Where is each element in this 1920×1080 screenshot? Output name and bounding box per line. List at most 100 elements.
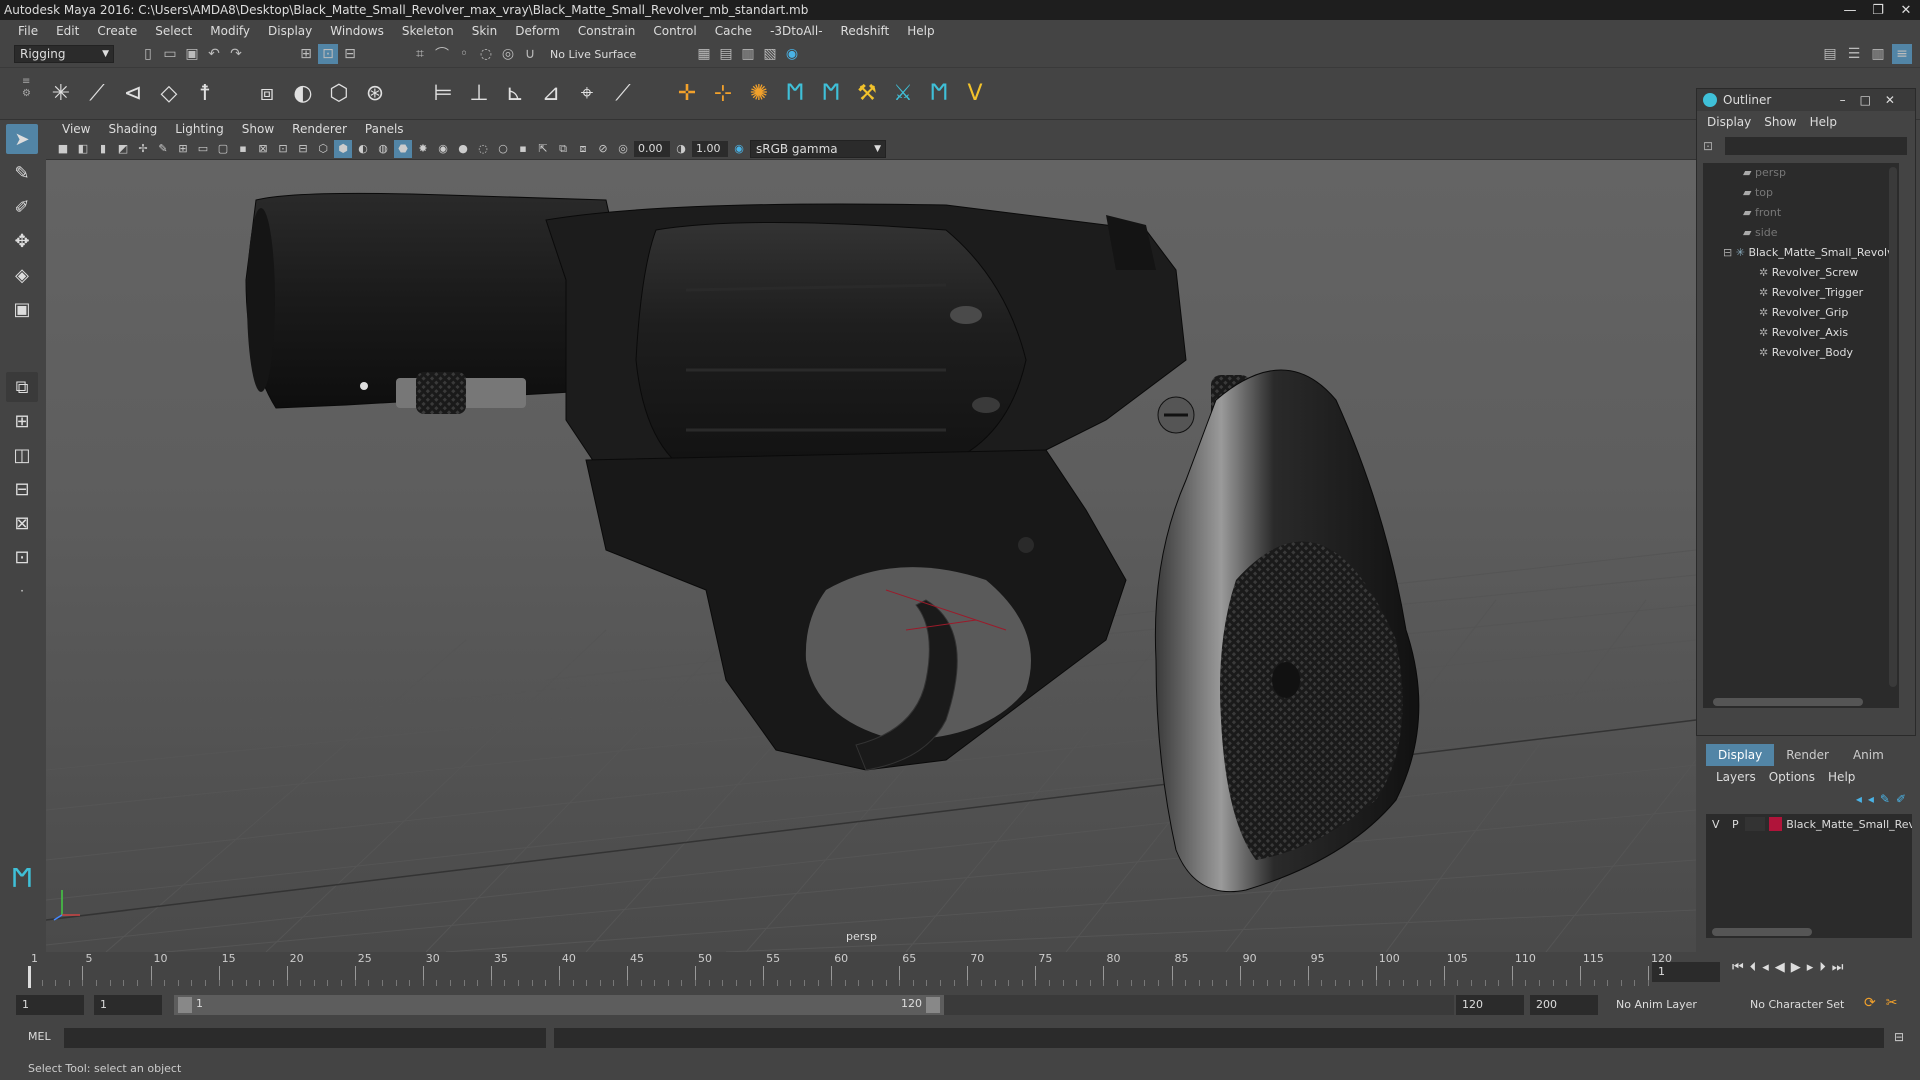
undo-icon[interactable]: ↶ — [204, 44, 224, 64]
panel-menu-renderer[interactable]: Renderer — [284, 122, 357, 136]
image-plane-icon[interactable]: ◩ — [114, 140, 132, 158]
muscle-icon[interactable]: ✺ — [744, 78, 774, 108]
textured-icon[interactable]: ⬣ — [394, 139, 412, 158]
humanik-icon[interactable]: ☨ — [190, 78, 220, 108]
current-frame-field[interactable]: 1 — [1652, 962, 1720, 982]
character-set-dropdown[interactable]: No Character Set — [1750, 995, 1870, 1015]
scale-tool-icon[interactable]: ▣ — [6, 294, 38, 324]
paint-select-icon[interactable]: ✐ — [6, 192, 38, 222]
ik-handle-icon[interactable]: ⟋ — [82, 78, 112, 108]
play-backward-icon[interactable]: ◀ — [1775, 960, 1785, 975]
pose-tool-icon[interactable]: ⚔ — [888, 78, 918, 108]
cluster-icon[interactable]: ⊛ — [360, 78, 390, 108]
maya-m2-icon[interactable]: Ϻ — [816, 78, 846, 108]
tab-anim[interactable]: Anim — [1841, 744, 1896, 766]
outliner-horizontal-scrollbar[interactable] — [1713, 698, 1863, 706]
playback-end-field[interactable]: 120 — [1456, 995, 1524, 1015]
outliner-camera-side[interactable]: ▰ side — [1703, 223, 1899, 243]
v-tool-icon[interactable]: V — [960, 78, 990, 108]
mel-command-input[interactable] — [64, 1028, 546, 1048]
four-view-icon[interactable]: ⊞ — [6, 406, 38, 436]
outliner-item-grip[interactable]: ✲ Revolver_Grip — [1703, 303, 1899, 323]
multisample-icon[interactable]: ○ — [494, 140, 512, 158]
panel-menu-shading[interactable]: Shading — [100, 122, 167, 136]
persp-outliner-icon[interactable]: ⊟ — [6, 474, 38, 504]
render-view-icon[interactable]: ▦ — [694, 44, 714, 64]
new-layer-icon[interactable]: ✎ — [1880, 792, 1890, 806]
select-hierarchy-icon[interactable]: ⊞ — [296, 44, 316, 64]
grease-pencil-icon[interactable]: ✎ — [154, 140, 172, 158]
render-settings-icon[interactable]: ▧ — [760, 44, 780, 64]
snap-magnet-icon[interactable]: ∪ — [520, 44, 540, 64]
menu-create[interactable]: Create — [89, 24, 147, 38]
joint-tool-icon[interactable]: ✳ — [46, 78, 76, 108]
shelf-options-icon[interactable]: ≡ ⚙ — [22, 76, 32, 112]
panel-menu-show[interactable]: Show — [234, 122, 284, 136]
menu-file[interactable]: File — [10, 24, 48, 38]
live-surface-field[interactable]: No Live Surface — [550, 46, 645, 64]
mel-label[interactable]: MEL — [28, 1030, 51, 1043]
current-time-indicator[interactable] — [28, 966, 31, 988]
layer-visibility-toggle[interactable]: V — [1706, 818, 1726, 831]
menu-3dtoall[interactable]: -3DtoAll- — [762, 24, 832, 38]
step-forward-icon[interactable]: ⏵ — [1819, 960, 1826, 975]
save-scene-icon[interactable]: ▣ — [182, 44, 202, 64]
menu-windows[interactable]: Windows — [322, 24, 394, 38]
new-scene-icon[interactable]: ▯ — [138, 44, 158, 64]
xray-components-icon[interactable]: ⊘ — [594, 140, 612, 158]
open-scene-icon[interactable]: ▭ — [160, 44, 180, 64]
menu-select[interactable]: Select — [147, 24, 202, 38]
locator-icon[interactable]: ✛ — [672, 78, 702, 108]
channel-box-icon[interactable]: ≡ — [1892, 44, 1912, 64]
menu-redshift[interactable]: Redshift — [833, 24, 900, 38]
outliner-item-trigger[interactable]: ✲ Revolver_Trigger — [1703, 283, 1899, 303]
range-slider-track[interactable] — [944, 995, 1454, 1015]
insert-joint-icon[interactable]: ◇ — [154, 78, 184, 108]
outliner-item-body[interactable]: ✲ Revolver_Body — [1703, 343, 1899, 363]
layer-menu-help[interactable]: Help — [1824, 770, 1864, 784]
aim-constraint-icon[interactable]: ⌖ — [572, 78, 602, 108]
menu-control[interactable]: Control — [645, 24, 706, 38]
minimize-button[interactable]: — — [1836, 0, 1864, 20]
snap-surface-icon[interactable]: ◎ — [498, 44, 518, 64]
redo-icon[interactable]: ↷ — [226, 44, 246, 64]
resolution-gate-icon[interactable]: ▢ — [214, 140, 232, 158]
outliner-search-input[interactable] — [1725, 137, 1907, 155]
filter-icon[interactable]: ⊡ — [1703, 139, 1713, 153]
camera-select-icon[interactable]: ■ — [54, 140, 72, 158]
range-slider[interactable]: 1 120 — [174, 995, 944, 1015]
outliner-item-screw[interactable]: ✲ Revolver_Screw — [1703, 263, 1899, 283]
select-tool-icon[interactable]: ➤ — [6, 124, 38, 154]
range-handle-end[interactable] — [926, 997, 940, 1013]
menu-edit[interactable]: Edit — [48, 24, 89, 38]
new-layer-selected-icon[interactable]: ✐ — [1896, 792, 1906, 806]
isolate-select-icon[interactable]: ⇱ — [534, 140, 552, 158]
bookmark-icon[interactable]: ▮ — [94, 140, 112, 158]
animation-end-field[interactable]: 200 — [1530, 995, 1598, 1015]
panel-menu-view[interactable]: View — [54, 122, 100, 136]
step-back-icon[interactable]: ⏴ — [1750, 960, 1757, 975]
snap-view-icon[interactable]: ◌ — [476, 44, 496, 64]
menu-display[interactable]: Display — [260, 24, 322, 38]
snap-curve-icon[interactable]: ⌒ — [432, 44, 452, 64]
parent-constraint-icon[interactable]: ⊨ — [428, 78, 458, 108]
scale-constraint-icon[interactable]: ⊿ — [536, 78, 566, 108]
perspective-viewport[interactable]: persp — [46, 160, 1696, 952]
outliner-window-controls[interactable]: –□✕ — [1840, 89, 1909, 111]
color-space-dropdown[interactable]: sRGB gamma ▼ — [750, 139, 886, 158]
layer-menu-options[interactable]: Options — [1765, 770, 1824, 784]
modeling-toolkit-icon[interactable]: ▤ — [1820, 44, 1840, 64]
panel-menu-panels[interactable]: Panels — [357, 122, 414, 136]
snap-point-icon[interactable]: ◦ — [454, 44, 474, 64]
shadows-icon[interactable]: ◉ — [434, 140, 452, 158]
layer-menu-layers[interactable]: Layers — [1712, 770, 1765, 784]
go-to-start-icon[interactable]: ⏮ — [1732, 960, 1744, 975]
play-forward-icon[interactable]: ▶ — [1791, 960, 1801, 975]
grid-toggle-icon[interactable]: ⊞ — [174, 140, 192, 158]
menu-help[interactable]: Help — [899, 24, 944, 38]
outliner-layout-icon[interactable]: ⊡ — [6, 542, 38, 572]
outliner-camera-front[interactable]: ▰ front — [1703, 203, 1899, 223]
field-chart-icon[interactable]: ⊠ — [254, 140, 272, 158]
go-to-end-icon[interactable]: ⏭ — [1832, 960, 1844, 975]
single-view-icon[interactable]: ⧉ — [6, 372, 38, 402]
